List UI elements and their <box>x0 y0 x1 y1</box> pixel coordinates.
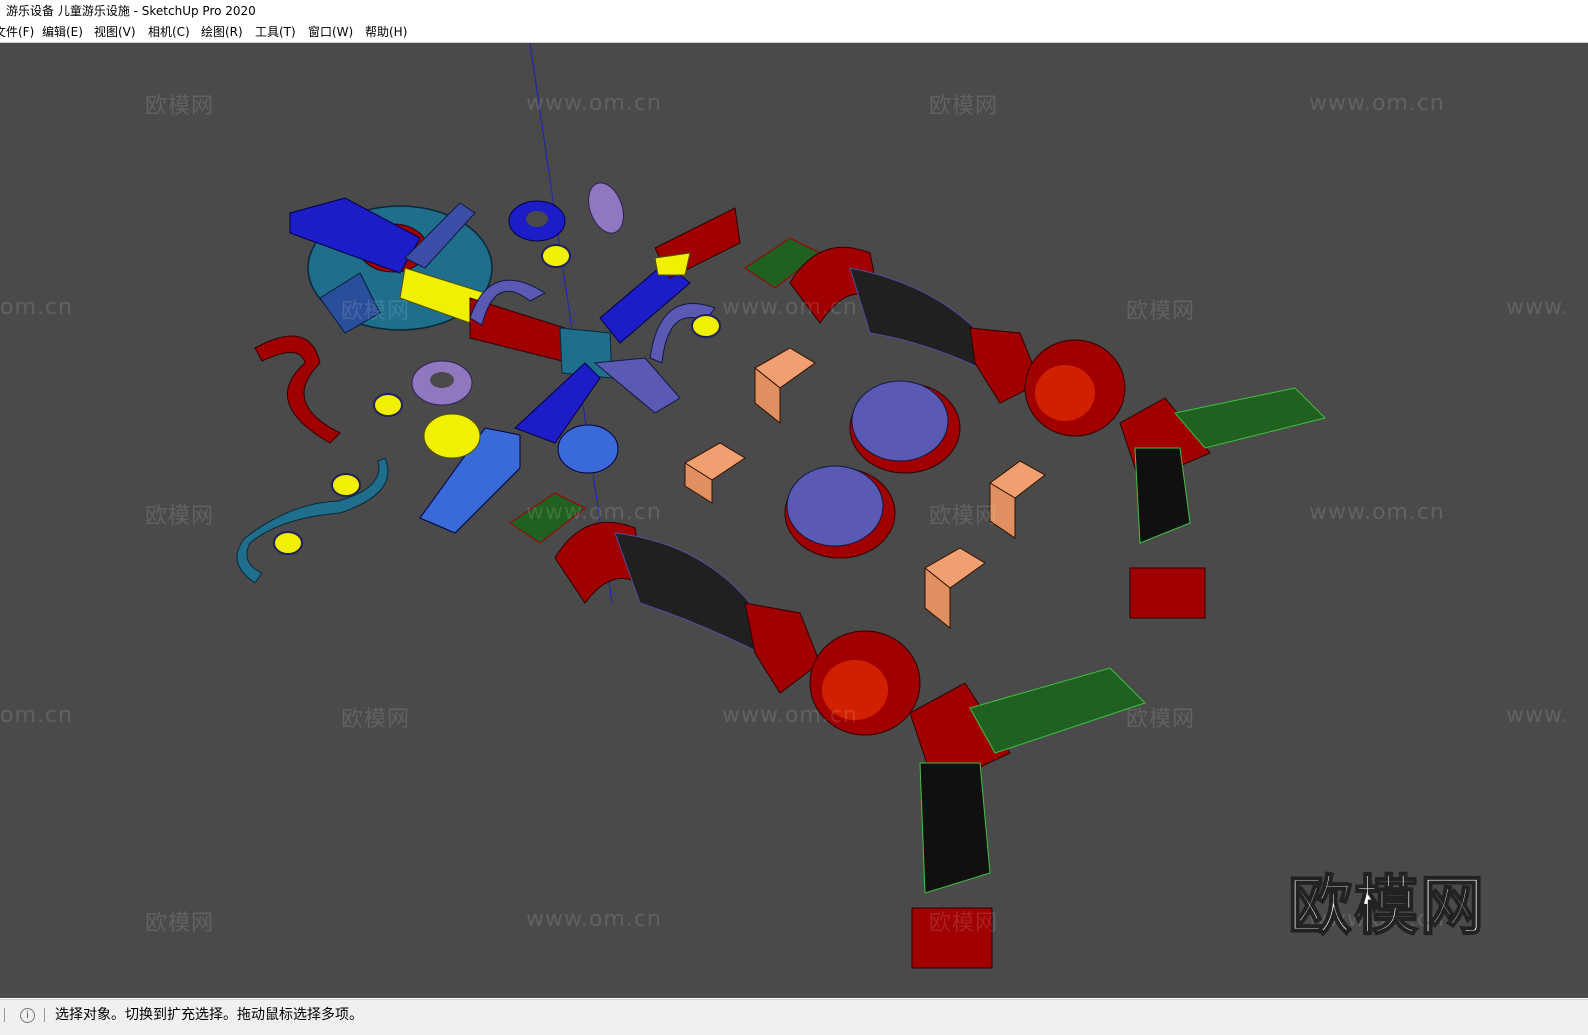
watermark-url: www.om.cn <box>722 703 858 728</box>
slide-structure-lower <box>509 492 1146 969</box>
watermark-url: www.om.cn <box>526 91 662 116</box>
watermark-logo-text: 欧模网 <box>341 299 411 324</box>
menu-draw[interactable]: 绘图(R) <box>201 24 243 40</box>
watermark-url-partial: om.cn <box>0 295 73 320</box>
title-bar: 游乐设备 儿童游乐设施 - SketchUp Pro 2020 <box>0 0 1588 22</box>
menu-bar: 文件(F) 编辑(E) 视图(V) 相机(C) 绘图(R) 工具(T) 窗口(W… <box>0 22 1588 43</box>
watermark-logo-text: 欧模网 <box>929 911 999 936</box>
watermark-logo-text: 欧模网 <box>1126 707 1196 732</box>
curved-tubes <box>236 335 389 584</box>
menu-tools[interactable]: 工具(T) <box>255 24 296 40</box>
watermark-logo-text: 欧模网 <box>1126 299 1196 324</box>
watermark-url-partial: om.cn <box>0 703 73 728</box>
watermark-url-partial: www. <box>1506 295 1569 320</box>
menu-camera[interactable]: 相机(C) <box>148 24 190 40</box>
menu-edit[interactable]: 编辑(E) <box>42 24 83 40</box>
menu-view[interactable]: 视图(V) <box>94 24 136 40</box>
watermark-logo-text: 欧模网 <box>341 707 411 732</box>
status-left-divider <box>0 1008 5 1022</box>
watermark-logo-text: 欧模网 <box>929 504 999 529</box>
watermark-url: www.om.cn <box>526 907 662 932</box>
watermark-url: www.om.cn <box>526 500 662 525</box>
watermark-url: www.om.cn <box>722 295 858 320</box>
drums <box>784 380 961 559</box>
window-title: 游乐设备 儿童游乐设施 - SketchUp Pro 2020 <box>6 4 256 18</box>
watermark-logo-text: 欧模网 <box>145 94 215 119</box>
info-icon[interactable]: i <box>20 1008 35 1023</box>
menu-help[interactable]: 帮助(H) <box>365 24 407 40</box>
menu-window[interactable]: 窗口(W) <box>308 24 353 40</box>
brand-logo: 欧模网 <box>1287 869 1486 945</box>
watermark-logo-text: 欧模网 <box>145 911 215 936</box>
model-viewport[interactable]: 欧模网 www.om.cn 欧模网 www.om.cn om.cn 欧模网 ww… <box>0 43 1588 998</box>
watermark-url: www.om.cn <box>1309 500 1445 525</box>
status-message: 选择对象。切换到扩充选择。拖动鼠标选择多项。 <box>55 1007 363 1023</box>
watermark-logo-text: 欧模网 <box>145 504 215 529</box>
watermark-logo-text: 欧模网 <box>929 94 999 119</box>
watermark-url-partial: www. <box>1506 703 1569 728</box>
status-bar: i 选择对象。切换到扩充选择。拖动鼠标选择多项。 <box>0 999 1588 1035</box>
menu-file[interactable]: 文件(F) <box>0 24 34 40</box>
status-divider <box>44 1008 45 1022</box>
watermark-url: www.om.cn <box>1309 91 1445 116</box>
